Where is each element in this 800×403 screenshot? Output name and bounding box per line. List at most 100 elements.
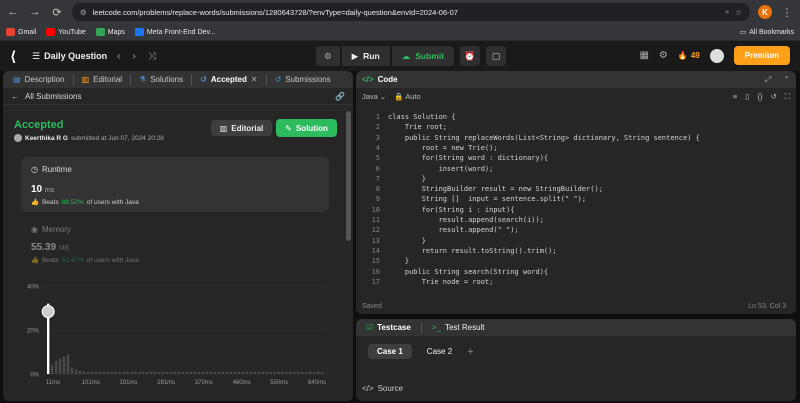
submit-button[interactable]: ☁ Submit [391,46,455,66]
x-tick-label: 11ms [46,380,60,386]
code-line[interactable]: for(String word : dictionary){ [388,154,548,162]
tab-solutions[interactable]: ⚗ Solutions [135,75,187,84]
code-line[interactable]: public String search(String word){ [388,268,548,276]
terminal-icon: >_ [431,323,441,332]
bookmark-star-icon[interactable]: ☆ [735,8,742,17]
code-line[interactable]: } [388,175,426,183]
tab-test-result[interactable]: >_ Test Result [428,323,489,332]
chart-bar [213,371,217,374]
link-icon[interactable]: 🔗 [335,92,345,101]
chart-bar [142,371,145,374]
chart-bar [86,371,90,374]
all-submissions-link[interactable]: ← All Submissions 🔗 [3,88,353,105]
solution-button[interactable]: ✎ Solution [276,119,337,137]
site-info-icon[interactable]: ⚙ [80,8,87,17]
runtime-card[interactable]: ◷ Runtime 10 ms 👍 Beats 88.52% of users w… [21,157,329,212]
memory-card[interactable]: ◉ Memory 55.39 MB 👍 Beats 53.47% of users… [31,225,139,264]
close-icon[interactable]: ✕ [251,75,258,84]
code-line[interactable]: for(String i : input){ [388,206,515,214]
streak-counter[interactable]: 🔥 49 [678,51,700,60]
code-line[interactable]: insert(word); [388,165,494,173]
chart-bar [66,354,70,374]
layout-icon[interactable]: ▦ [639,50,648,61]
all-bookmarks[interactable]: ▭ All Bookmarks [740,28,794,37]
language-select[interactable]: Java ⌄ [362,92,386,101]
forward-icon[interactable]: → [28,6,42,18]
chart-bar [78,370,82,374]
chart-bar [257,371,260,374]
code-line[interactable]: result.append(search(i)); [388,216,544,224]
book-icon: ▥ [81,75,90,84]
tab-accepted[interactable]: ↺ Accepted ✕ [196,75,261,84]
reset-icon[interactable]: ↺ [770,92,776,101]
line-number: 9 [375,195,380,204]
chart-bar [178,371,181,374]
bookmark-icon[interactable]: ▯ [745,92,749,101]
zoom-icon[interactable]: ⌕ [725,7,729,17]
problem-list-button[interactable]: ☰ Daily Question [32,51,107,62]
case-1-button[interactable]: Case 1 [368,344,412,359]
case-2-button[interactable]: Case 2 [418,344,461,359]
x-tick-label: 191ms [119,380,137,386]
debug-button[interactable]: ⚙ [316,46,340,66]
user-avatar[interactable] [709,48,724,63]
chart-bar [98,371,102,374]
run-button[interactable]: ▶ Run [341,46,390,66]
chart-bar [253,371,256,374]
line-number: 7 [375,174,380,183]
timer-button[interactable]: ⏰ [460,46,481,66]
book-icon: ▥ [219,123,228,133]
code-line[interactable]: } [388,237,426,245]
tab-testcase[interactable]: ☑ Testcase [362,323,415,332]
code-line[interactable]: } [388,257,409,265]
code-line[interactable]: Trie node = root; [388,278,494,286]
back-icon[interactable]: ← [6,6,20,18]
code-line[interactable]: class Solution { [388,113,455,121]
chart-bar [265,371,268,374]
bookmark-meta[interactable]: Meta Front-End Dev... [134,28,215,36]
shuffle-icon[interactable]: ⤨ [148,51,156,62]
bookmark-youtube[interactable]: YouTube [46,28,86,36]
address-bar[interactable]: ⚙ leetcode.com/problems/replace-words/su… [72,3,750,21]
chart-bar [122,371,125,374]
run-submit-group: ⚙ ▶ Run ☁ Submit ⏰ ▢ [316,46,507,66]
left-scrollbar[interactable] [346,111,351,241]
code-line[interactable]: Trie root; [388,123,447,131]
add-case-icon[interactable]: + [467,346,473,358]
runtime-distribution-chart[interactable]: 40% 20% 0% 11ms 101ms 191ms 281ms 370ms 460ms 550… [21,278,341,398]
tab-submissions[interactable]: ↺ Submissions [271,75,335,84]
reload-icon[interactable]: ⟳ [50,6,64,19]
code-line[interactable]: StringBuilder result = new StringBuilder… [388,185,603,193]
premium-button[interactable]: Premium [733,46,790,65]
clock-icon: ◷ [31,165,38,174]
auto-mode[interactable]: 🔒 Auto [394,92,420,101]
code-editor[interactable]: 1 class Solution {2 Trie root; 3 public St… [356,111,788,291]
source-link[interactable]: </> Source [362,384,403,393]
next-problem-icon[interactable]: › [132,51,135,62]
profile-avatar[interactable]: K [758,5,772,19]
code-line[interactable]: result.append(" "); [388,226,519,234]
notes-button[interactable]: ▢ [486,46,507,66]
editorial-button[interactable]: ▥ Editorial [211,120,272,136]
format-icon[interactable]: ≡ [733,92,737,101]
leetcode-logo-icon[interactable]: ⟨ [10,48,24,64]
bookmark-gmail[interactable]: Gmail [6,28,36,36]
code-line[interactable]: return result.toString().trim(); [388,247,557,255]
prev-problem-icon[interactable]: ‹ [117,51,120,62]
braces-icon[interactable]: {} [757,92,762,101]
chart-bar [285,371,288,374]
bookmark-maps[interactable]: Maps [95,28,125,36]
menu-icon[interactable]: ⋮ [780,6,794,19]
fullscreen-icon[interactable]: ⛶ [785,92,790,102]
tab-editorial[interactable]: ▥ Editorial [78,75,126,84]
chart-bar [233,371,237,374]
tab-description[interactable]: ▤ Description [9,75,69,84]
collapse-icon[interactable]: ⌃ [783,75,790,84]
code-line[interactable]: root = new Trie(); [388,144,498,152]
chart-bar [217,371,221,374]
code-line[interactable]: public String replaceWords(List<String> … [388,134,700,142]
editor-toolbar: Java ⌄ 🔒 Auto ≡ ▯ {} ↺ ⛶ [356,88,796,105]
code-line[interactable]: String [] input = sentence.split(" "); [388,195,586,203]
settings-icon[interactable]: ⚙ [659,50,668,61]
maximize-icon[interactable]: ⤢ [765,75,771,85]
